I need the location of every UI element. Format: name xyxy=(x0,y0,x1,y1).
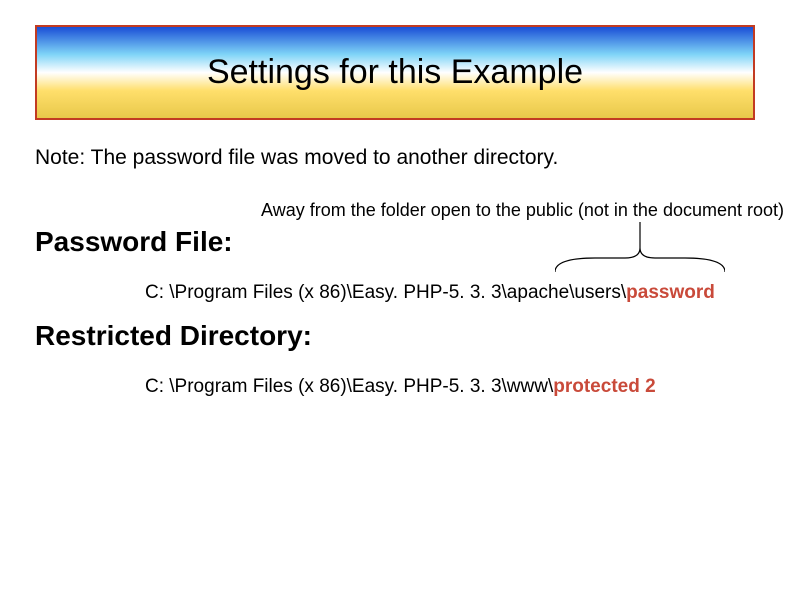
restricted-directory-heading: Restricted Directory: xyxy=(35,320,312,352)
path-prefix: C: \Program Files (x 86)\Easy. PHP-5. 3.… xyxy=(145,282,626,303)
password-file-path: C: \Program Files (x 86)\Easy. PHP-5. 3.… xyxy=(145,282,715,304)
path-highlight: password xyxy=(626,282,715,303)
note-text: Note: The password file was moved to ano… xyxy=(35,146,558,170)
password-file-heading: Password File: xyxy=(35,226,233,258)
title-banner: Settings for this Example xyxy=(35,25,755,120)
page-title: Settings for this Example xyxy=(207,53,583,92)
bracket-annotation-icon xyxy=(555,222,725,278)
path-highlight: protected 2 xyxy=(553,376,655,397)
restricted-directory-path: C: \Program Files (x 86)\Easy. PHP-5. 3.… xyxy=(145,376,656,398)
away-caption: Away from the folder open to the public … xyxy=(261,200,784,221)
path-prefix: C: \Program Files (x 86)\Easy. PHP-5. 3.… xyxy=(145,376,553,397)
